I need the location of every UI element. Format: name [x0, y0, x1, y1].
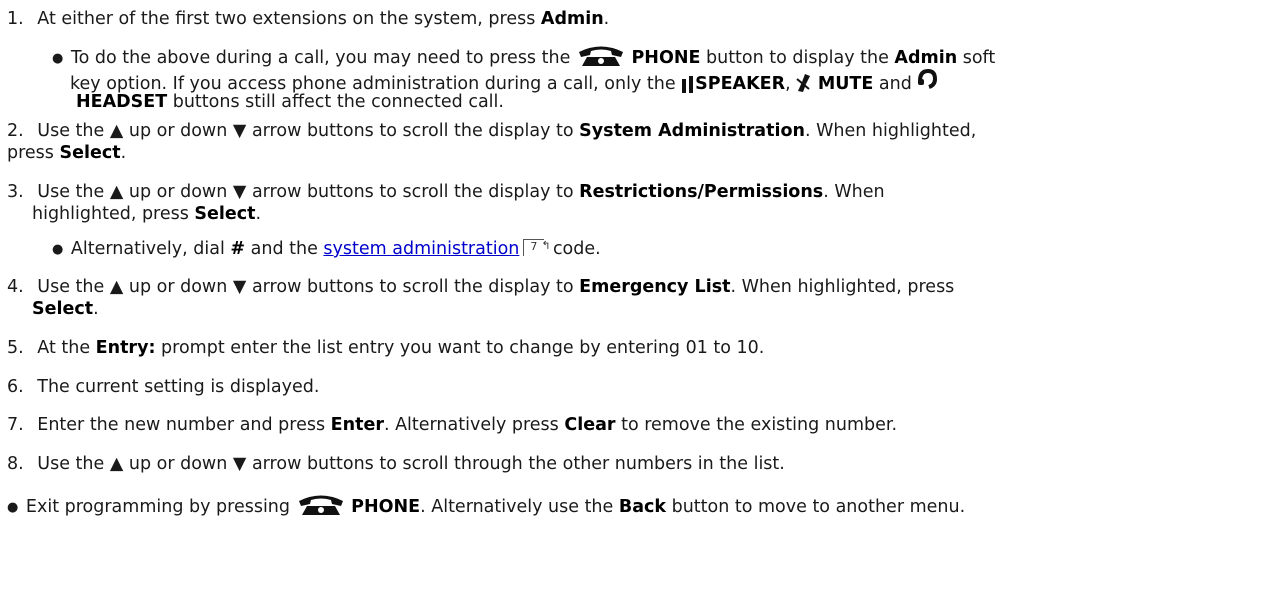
- step-text: to remove the existing number.: [615, 415, 898, 435]
- down-arrow-icon: ▼: [232, 277, 247, 297]
- punctuation: .: [120, 143, 127, 163]
- step-text: arrow buttons to scroll the display to: [246, 121, 580, 141]
- speaker-key-label: SPEAKER: [695, 74, 786, 94]
- step-text: up or down: [128, 182, 228, 202]
- headset-icon: [917, 68, 938, 99]
- down-arrow-icon: ▼: [232, 121, 247, 141]
- select-key-label: Select: [32, 299, 94, 319]
- step-number: 3.: [7, 182, 24, 202]
- step-number: 1.: [7, 9, 24, 29]
- bullet: ●: [7, 500, 19, 515]
- step-text: At either of the first two extensions on…: [37, 9, 541, 29]
- step-number: 8.: [7, 454, 24, 474]
- phone-icon: [296, 492, 346, 522]
- step-text: prompt enter the list entry you want to …: [155, 338, 765, 358]
- step-number: 5.: [7, 338, 24, 358]
- select-key-label: Select: [194, 204, 256, 224]
- step-text: arrow buttons to scroll the display to: [246, 182, 580, 202]
- phone-key-label: PHONE: [351, 497, 421, 517]
- note-text: . Alternatively use the: [420, 497, 619, 517]
- step-text: Enter the new number and press: [37, 415, 331, 435]
- step-text: up or down: [128, 121, 228, 141]
- up-arrow-icon: ▲: [109, 277, 124, 297]
- back-key-label: Back: [618, 497, 667, 517]
- step-text: Use the: [37, 182, 110, 202]
- step-3-note: ● Alternatively, dial # and the system a…: [52, 238, 601, 262]
- exit-note: ● Exit programming by pressing PHONE. Al…: [7, 492, 965, 522]
- step-text: Use the: [37, 121, 110, 141]
- step-1: 1. At either of the first two extensions…: [0, 8, 609, 30]
- step-3-line-2: highlighted, press Select.: [32, 203, 261, 225]
- up-arrow-icon: ▲: [109, 182, 124, 202]
- note-text: and: [873, 74, 918, 94]
- step-text: arrow buttons to scroll through the othe…: [246, 454, 785, 474]
- page-reference-icon[interactable]: 7 ↰: [521, 238, 551, 256]
- up-arrow-icon: ▲: [109, 121, 124, 141]
- down-arrow-icon: ▼: [232, 182, 247, 202]
- page-reference-number: 7: [530, 240, 538, 253]
- step-8: 8. Use the ▲ up or down ▼ arrow buttons …: [7, 453, 785, 475]
- step-3: 3. Use the ▲ up or down ▼ arrow buttons …: [7, 181, 885, 203]
- step-7: 7. Enter the new number and press Enter.…: [7, 414, 897, 436]
- step-text: arrow buttons to scroll the display to: [246, 277, 580, 297]
- enter-key-label: Enter: [330, 415, 384, 435]
- step-text: The current setting is displayed.: [37, 377, 320, 397]
- step-1-note-line-3: HEADSET buttons still affect the connect…: [70, 91, 504, 113]
- step-text: up or down: [128, 277, 228, 297]
- step-4: 4. Use the ▲ up or down ▼ arrow buttons …: [7, 276, 954, 298]
- up-arrow-icon: ▲: [109, 454, 124, 474]
- note-text: code.: [547, 239, 601, 259]
- mute-icon: [796, 73, 812, 99]
- step-2: 2. Use the ▲ up or down ▼ arrow buttons …: [7, 120, 976, 142]
- down-arrow-icon: ▼: [232, 454, 247, 474]
- step-text: Use the: [37, 454, 110, 474]
- admin-key-label: Admin: [894, 48, 958, 68]
- step-number: 2.: [7, 121, 24, 141]
- note-text: Exit programming by pressing: [25, 497, 296, 517]
- phone-key-label: PHONE: [631, 48, 701, 68]
- speaker-icon: [681, 75, 695, 99]
- punctuation: ,: [785, 74, 797, 94]
- step-text: . When highlighted,: [804, 121, 977, 141]
- step-text: Use the: [37, 277, 110, 297]
- step-text: highlighted, press: [32, 204, 195, 224]
- entry-prompt-label: Entry:: [95, 338, 156, 358]
- menu-option-label: Emergency List: [579, 277, 731, 297]
- admin-key-label: Admin: [540, 9, 604, 29]
- system-administration-link[interactable]: system administration: [323, 239, 519, 259]
- step-6: 6. The current setting is displayed.: [7, 376, 319, 398]
- punctuation: .: [603, 9, 610, 29]
- step-5: 5. At the Entry: prompt enter the list e…: [7, 337, 764, 359]
- note-text: soft: [957, 48, 996, 68]
- note-text: button to display the: [700, 48, 895, 68]
- note-text: buttons still affect the connected call.: [167, 92, 504, 112]
- menu-option-label: Restrictions/Permissions: [579, 182, 824, 202]
- note-text: Alternatively, dial: [70, 239, 231, 259]
- menu-option-label: System Administration: [579, 121, 805, 141]
- step-text: up or down: [128, 454, 228, 474]
- bullet: ●: [52, 242, 64, 257]
- punctuation: .: [93, 299, 99, 319]
- headset-key-label: HEADSET: [76, 92, 168, 112]
- punctuation: .: [255, 204, 262, 224]
- note-text: To do the above during a call, you may n…: [70, 48, 576, 68]
- step-text: press: [7, 143, 60, 163]
- note-text: button to move to another menu.: [666, 497, 966, 517]
- step-text: At the: [37, 338, 96, 358]
- step-2-line-2: press Select.: [7, 142, 126, 164]
- hash-key-label: #: [230, 239, 246, 259]
- step-number: 6.: [7, 377, 24, 397]
- clear-key-label: Clear: [564, 415, 616, 435]
- step-number: 4.: [7, 277, 24, 297]
- note-text: and the: [245, 239, 324, 259]
- step-4-line-2: Select.: [32, 298, 99, 320]
- bullet: ●: [52, 51, 64, 66]
- step-text: . Alternatively press: [383, 415, 565, 435]
- select-key-label: Select: [59, 143, 121, 163]
- step-text: . When: [823, 182, 885, 202]
- step-number: 7.: [7, 415, 24, 435]
- step-text: . When highlighted, press: [730, 277, 955, 297]
- mute-key-label: MUTE: [817, 74, 874, 94]
